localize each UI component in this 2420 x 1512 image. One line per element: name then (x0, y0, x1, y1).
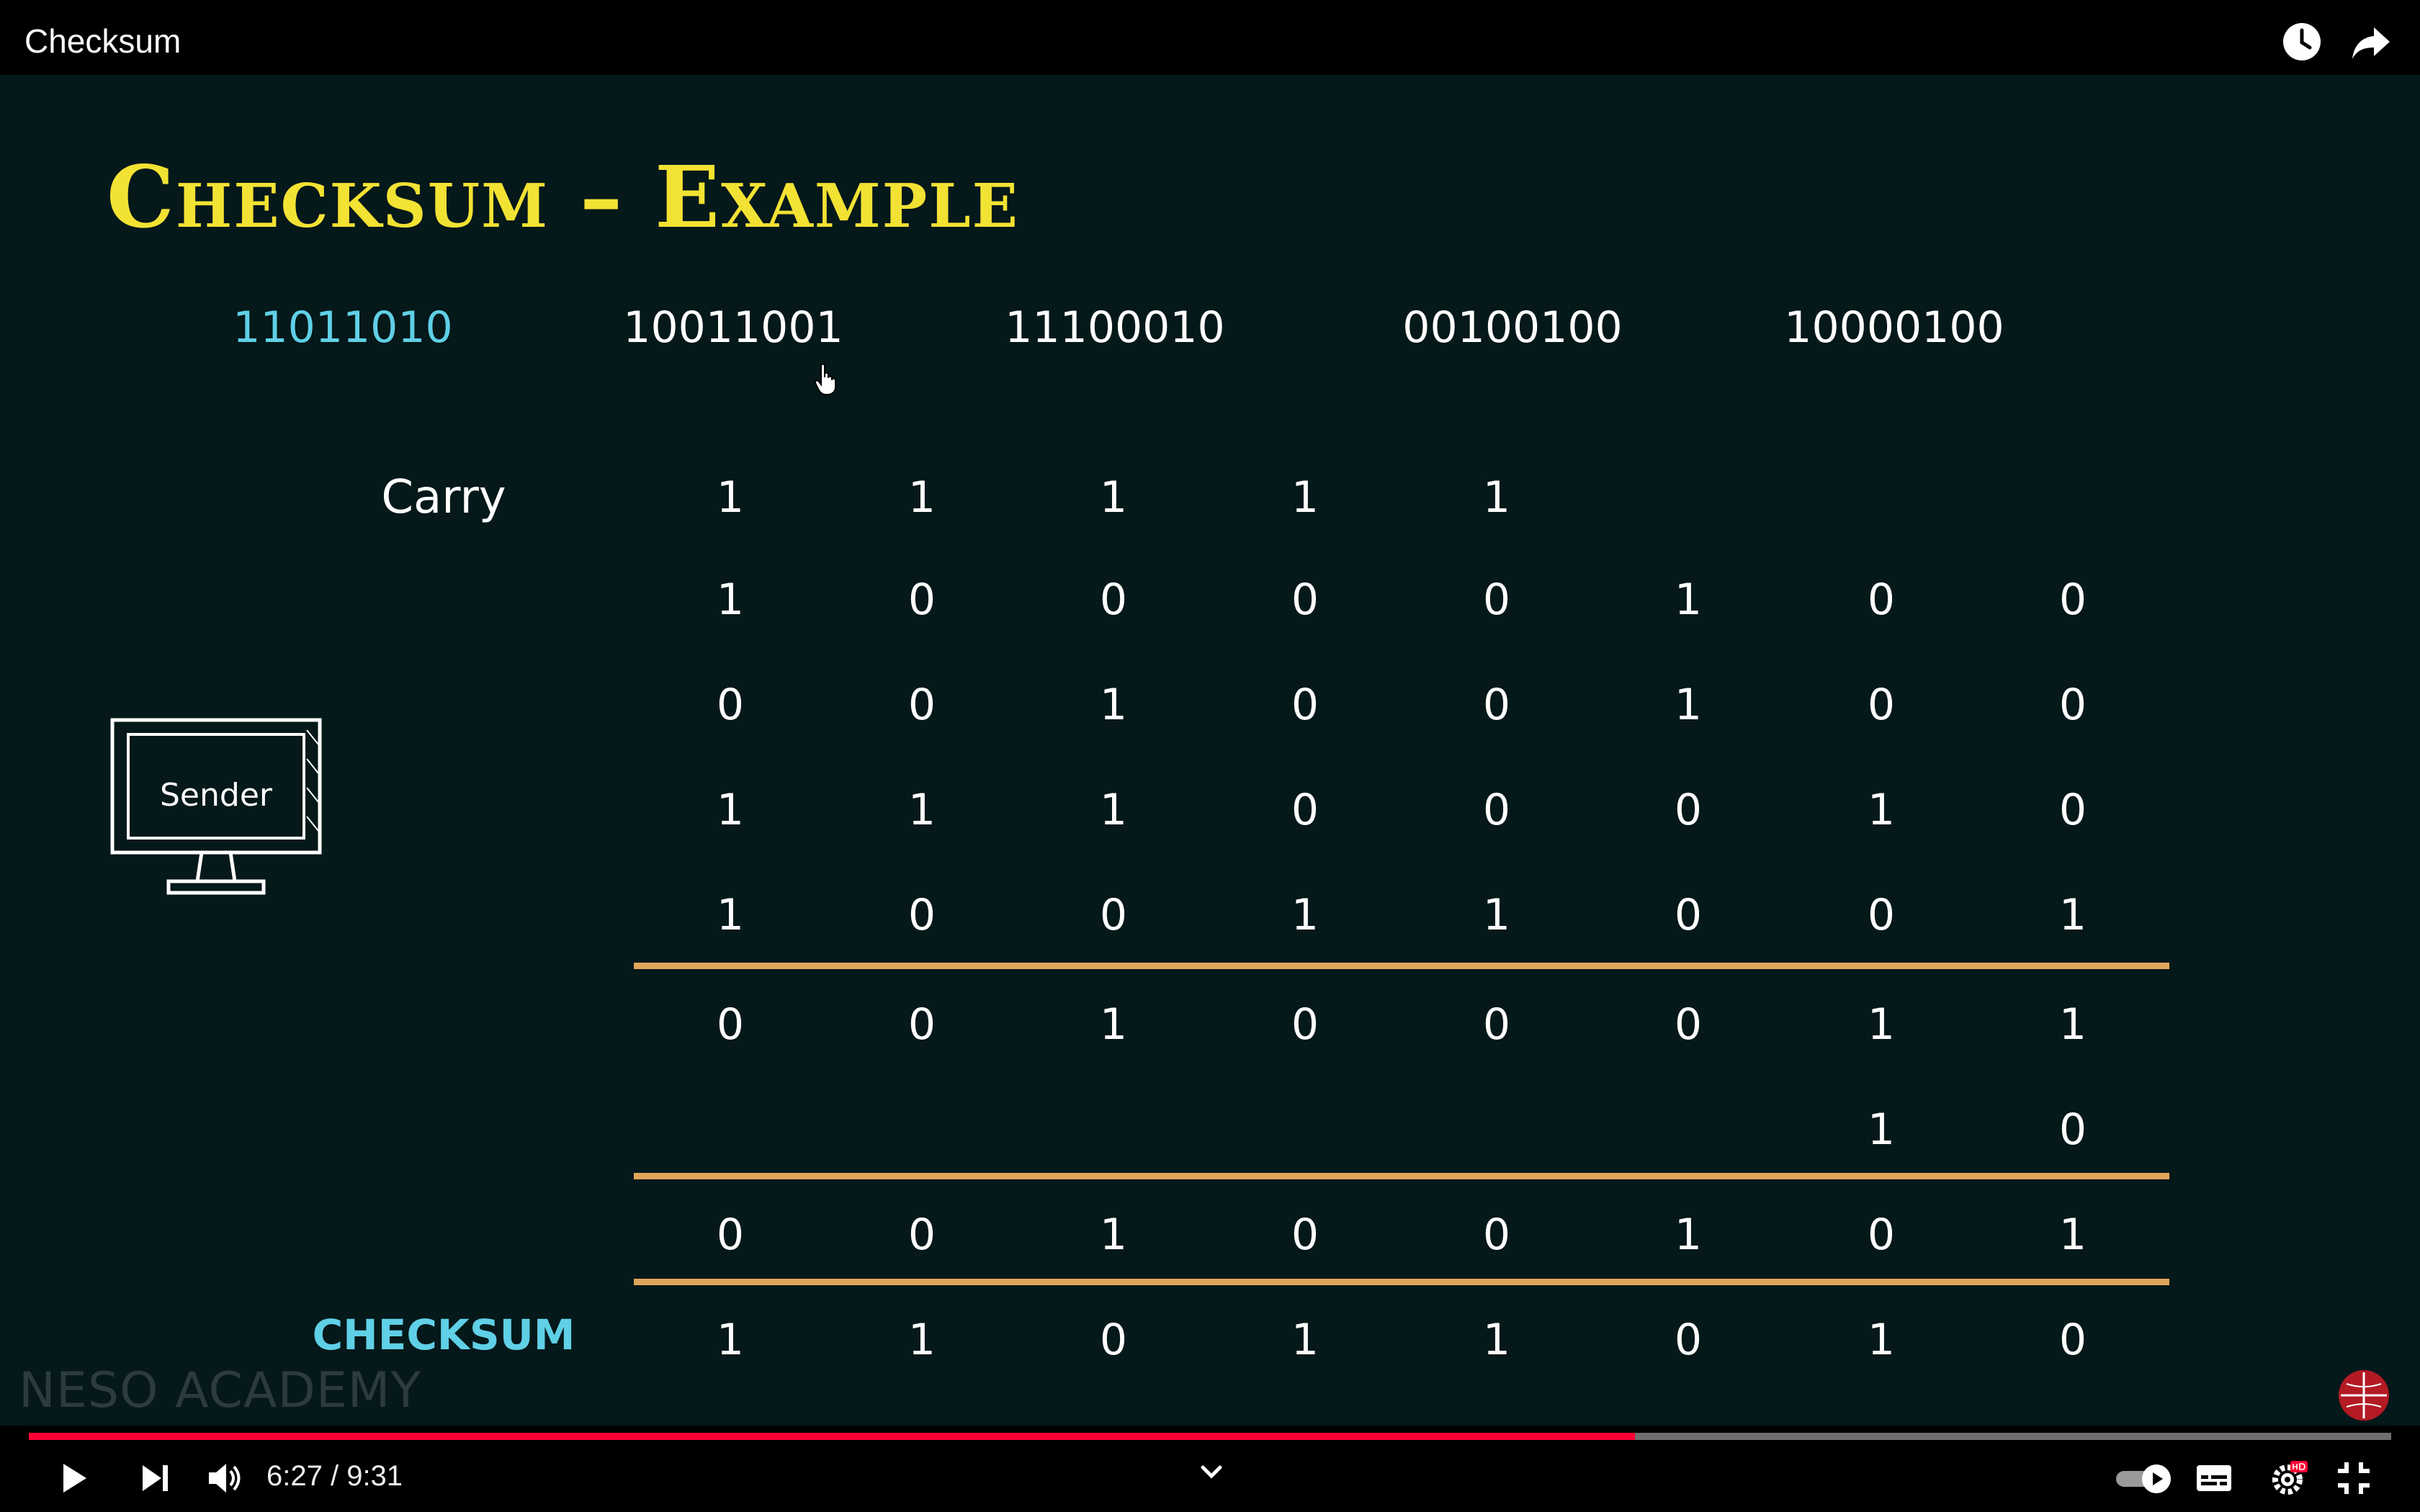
checksum-bit: 0 (1674, 1315, 1703, 1365)
checksum-bit: 1 (908, 1315, 936, 1365)
play-icon[interactable] (53, 1458, 94, 1498)
sender-label: Sender (160, 777, 272, 814)
checksum-bit: 1 (716, 1315, 745, 1365)
sum-bit: 0 (1674, 999, 1703, 1050)
sum-bit: 1 (1867, 785, 1896, 835)
time-display: 6:27 / 9:31 (266, 1460, 403, 1492)
checksum-label: CHECKSUM (312, 1310, 575, 1359)
top-bar (0, 0, 2420, 75)
sum-bit: 0 (2058, 785, 2087, 835)
sum-bit: 0 (1482, 575, 1511, 625)
captions-icon[interactable] (2194, 1458, 2234, 1498)
sum-bit: 0 (716, 1210, 745, 1260)
next-icon[interactable] (135, 1458, 176, 1498)
checksum-bit: 1 (1867, 1315, 1896, 1365)
sum-bit: 0 (1291, 575, 1319, 625)
progress-bar[interactable] (29, 1433, 2391, 1440)
watch-later-icon[interactable] (2280, 20, 2323, 63)
sum-bit: 0 (1867, 1210, 1896, 1260)
carry-bit: 1 (1099, 472, 1128, 523)
settings-icon[interactable] (2269, 1458, 2309, 1498)
sum-bit: 0 (1674, 890, 1703, 940)
sum-bit: 1 (716, 890, 745, 940)
autoplay-toggle-icon[interactable] (2113, 1458, 2177, 1498)
sum-bit: 1 (1674, 575, 1703, 625)
share-icon[interactable] (2349, 20, 2393, 63)
sum-bit: 1 (2058, 999, 2087, 1050)
data-word-4: 00100100 (1402, 302, 1623, 353)
hand-cursor-icon (814, 363, 836, 395)
sum-bit: 0 (908, 999, 936, 1050)
sum-bit: 0 (1867, 680, 1896, 730)
checksum-bit: 0 (2058, 1315, 2087, 1365)
sum-bit: 0 (716, 680, 745, 730)
checksum-bit: 0 (1099, 1315, 1128, 1365)
sum-bit: 1 (1099, 1210, 1128, 1260)
video-frame[interactable]: Checksum – Example 11011010 10011001 111… (0, 75, 2420, 1426)
sum-bit: 0 (2058, 575, 2087, 625)
sum-bit: 0 (1291, 680, 1319, 730)
sum-bit: 1 (1099, 680, 1128, 730)
sum-bit: 0 (1674, 785, 1703, 835)
sum-bit: 0 (908, 575, 936, 625)
sum-bit: 0 (1867, 575, 1896, 625)
sum-bit: 1 (1099, 999, 1128, 1050)
exit-fullscreen-icon[interactable] (2334, 1458, 2374, 1498)
sum-bit: 0 (1482, 785, 1511, 835)
carry-bit: 1 (716, 472, 745, 523)
sum-bit: 0 (2058, 1104, 2087, 1155)
data-word-1: 11011010 (233, 302, 453, 353)
carry-bit: 1 (1482, 472, 1511, 523)
sum-bit: 1 (1867, 999, 1896, 1050)
slide-title: Checksum – Example (107, 147, 1019, 247)
sum-bit: 1 (1482, 890, 1511, 940)
sum-bit: 0 (1291, 1210, 1319, 1260)
data-word-2: 10011001 (623, 302, 843, 353)
progress-played (29, 1433, 1636, 1440)
sum-bit: 0 (908, 680, 936, 730)
sum-bit: 1 (1867, 1104, 1896, 1155)
data-word-3: 11100010 (1005, 302, 1225, 353)
sum-bit: 1 (716, 785, 745, 835)
channel-watermark: NESO ACADEMY (19, 1362, 421, 1419)
checksum-bit: 1 (1291, 1315, 1319, 1365)
sum-bit: 0 (2058, 680, 2087, 730)
checksum-bit: 1 (1482, 1315, 1511, 1365)
sum-bit: 1 (1674, 680, 1703, 730)
data-word-5: 10000100 (1784, 302, 2004, 353)
volume-icon[interactable] (205, 1458, 245, 1498)
chevron-down-icon[interactable] (1191, 1453, 1232, 1493)
sum-bit: 0 (1099, 575, 1128, 625)
sum-bit: 1 (716, 575, 745, 625)
sum-bit: 0 (1482, 680, 1511, 730)
carry-bit: 1 (1291, 472, 1319, 523)
video-title[interactable]: Checksum (24, 22, 181, 60)
sum-bit: 0 (1291, 785, 1319, 835)
sum-bit: 0 (1867, 890, 1896, 940)
sum-bit: 1 (1674, 1210, 1703, 1260)
sum-bit: 0 (1291, 999, 1319, 1050)
sum-bit: 0 (1482, 1210, 1511, 1260)
sum-bit: 0 (908, 1210, 936, 1260)
sum-rule-2 (634, 1173, 2169, 1179)
sum-bit: 1 (2058, 1210, 2087, 1260)
sum-bit: 1 (1291, 890, 1319, 940)
sum-bit: 0 (908, 890, 936, 940)
carry-label: Carry (381, 471, 506, 524)
sum-rule-3 (634, 1279, 2169, 1285)
sum-bit: 1 (1099, 785, 1128, 835)
channel-logo-icon[interactable] (2336, 1368, 2391, 1423)
sum-bit: 0 (1482, 999, 1511, 1050)
sum-bit: 0 (716, 999, 745, 1050)
sum-rule-1 (634, 963, 2169, 969)
carry-bit: 1 (908, 472, 936, 523)
sum-bit: 1 (908, 785, 936, 835)
sum-bit: 1 (2058, 890, 2087, 940)
sum-bit: 0 (1099, 890, 1128, 940)
